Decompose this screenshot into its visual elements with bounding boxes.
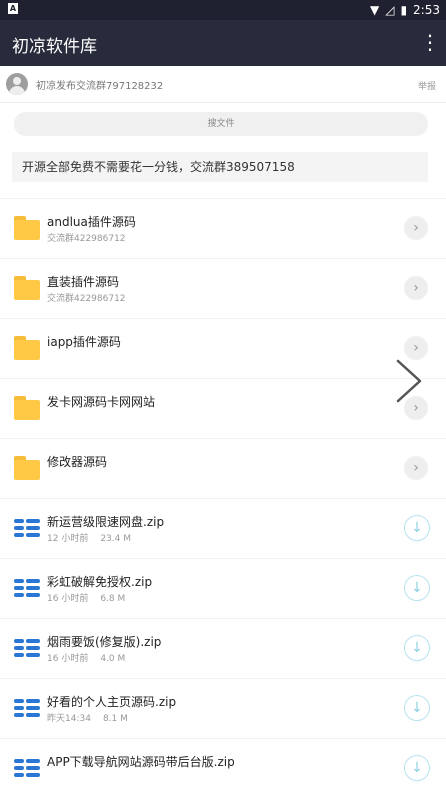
folder-icon bbox=[14, 276, 40, 300]
file-row[interactable]: 彩虹破解免授权.zip 16 小时前 6.8 M ↓ bbox=[0, 558, 446, 618]
folder-name: andlua插件源码 bbox=[47, 215, 136, 229]
chevron-right-icon[interactable]: › bbox=[404, 456, 428, 480]
file-name: 新运营级限速网盘.zip bbox=[47, 515, 165, 529]
file-row[interactable]: APP下载导航网站源码带后台版.zip ↓ bbox=[0, 738, 446, 798]
file-name: 彩虹破解免授权.zip bbox=[47, 575, 153, 589]
wifi-icon: ▼ bbox=[369, 3, 380, 17]
file-name: 烟雨要饭(修复版).zip bbox=[47, 635, 162, 649]
folder-row[interactable]: 直装插件源码 交流群422986712 › bbox=[0, 258, 446, 318]
zip-file-icon bbox=[14, 699, 40, 717]
download-icon[interactable]: ↓ bbox=[404, 635, 430, 661]
file-name: 好看的个人主页源码.zip bbox=[47, 695, 177, 709]
zip-file-icon bbox=[14, 639, 40, 657]
chevron-right-icon[interactable]: › bbox=[404, 336, 428, 360]
file-size: 8.1 M bbox=[102, 714, 128, 724]
group-info: 初凉发布交流群797128232 bbox=[36, 81, 164, 92]
app-bar: 初凉软件库 ⋮ bbox=[0, 20, 446, 66]
file-row[interactable]: 新运营级限速网盘.zip 12 小时前 23.4 M ↓ bbox=[0, 498, 446, 558]
folder-icon bbox=[14, 216, 40, 240]
folder-name: 直装插件源码 bbox=[47, 275, 120, 289]
status-icons: ▼ ◿ ▮ 2:53 bbox=[370, 3, 440, 17]
file-size: 23.4 M bbox=[100, 534, 131, 544]
download-icon[interactable]: ↓ bbox=[404, 515, 430, 541]
folder-name: 修改器源码 bbox=[47, 455, 108, 469]
zip-file-icon bbox=[14, 579, 40, 597]
folder-row[interactable]: andlua插件源码 交流群422986712 › bbox=[0, 198, 446, 258]
file-meta: 昨天14:34 8.1 M bbox=[47, 711, 128, 724]
file-time: 12 小时前 bbox=[47, 534, 89, 544]
file-meta: 16 小时前 4.0 M bbox=[47, 651, 125, 664]
folder-name: iapp插件源码 bbox=[47, 335, 121, 349]
app-title: 初凉软件库 bbox=[12, 37, 97, 57]
file-row[interactable]: 好看的个人主页源码.zip 昨天14:34 8.1 M ↓ bbox=[0, 678, 446, 738]
folder-subtitle: 交流群422986712 bbox=[47, 294, 126, 304]
group-bar: 初凉发布交流群797128232 举报 bbox=[0, 66, 446, 103]
folder-row[interactable]: 发卡网源码卡网网站 › bbox=[0, 378, 446, 438]
status-bar: A ▼ ◿ ▮ 2:53 bbox=[0, 0, 446, 20]
file-time: 16 小时前 bbox=[47, 654, 89, 664]
folder-row[interactable]: iapp插件源码 › bbox=[0, 318, 446, 378]
file-meta: 12 小时前 23.4 M bbox=[47, 531, 131, 544]
signal-icon: ◿ bbox=[385, 3, 395, 17]
file-size: 6.8 M bbox=[100, 594, 126, 604]
notification-a-icon: A bbox=[8, 3, 18, 14]
folder-name: 发卡网源码卡网网站 bbox=[47, 395, 156, 409]
more-vertical-icon[interactable]: ⋮ bbox=[420, 32, 440, 54]
download-icon[interactable]: ↓ bbox=[404, 575, 430, 601]
zip-file-icon bbox=[14, 519, 40, 537]
avatar[interactable] bbox=[6, 73, 28, 95]
file-size: 4.0 M bbox=[100, 654, 126, 664]
file-time: 16 小时前 bbox=[47, 594, 89, 604]
file-meta: 16 小时前 6.8 M bbox=[47, 591, 125, 604]
search-input[interactable]: 搜文件 bbox=[14, 112, 428, 136]
folder-icon bbox=[14, 396, 40, 420]
zip-file-icon bbox=[14, 759, 40, 777]
folder-subtitle: 交流群422986712 bbox=[47, 234, 126, 244]
chevron-right-icon[interactable]: › bbox=[404, 276, 428, 300]
chevron-right-icon[interactable]: › bbox=[404, 396, 428, 420]
file-time: 昨天14:34 bbox=[47, 714, 91, 724]
folder-icon bbox=[14, 336, 40, 360]
report-link[interactable]: 举报 bbox=[418, 79, 436, 92]
download-icon[interactable]: ↓ bbox=[404, 755, 430, 781]
status-time: 2:53 bbox=[413, 3, 440, 17]
chevron-right-icon[interactable]: › bbox=[404, 216, 428, 240]
file-list: andlua插件源码 交流群422986712 › 直装插件源码 交流群4229… bbox=[0, 198, 446, 798]
notice-banner: 开源全部免费不需要花一分钱，交流群389507158 bbox=[12, 152, 428, 182]
battery-icon: ▮ bbox=[400, 3, 408, 17]
folder-icon bbox=[14, 456, 40, 480]
file-row[interactable]: 烟雨要饭(修复版).zip 16 小时前 4.0 M ↓ bbox=[0, 618, 446, 678]
folder-row[interactable]: 修改器源码 › bbox=[0, 438, 446, 498]
download-icon[interactable]: ↓ bbox=[404, 695, 430, 721]
file-meta bbox=[47, 771, 59, 781]
